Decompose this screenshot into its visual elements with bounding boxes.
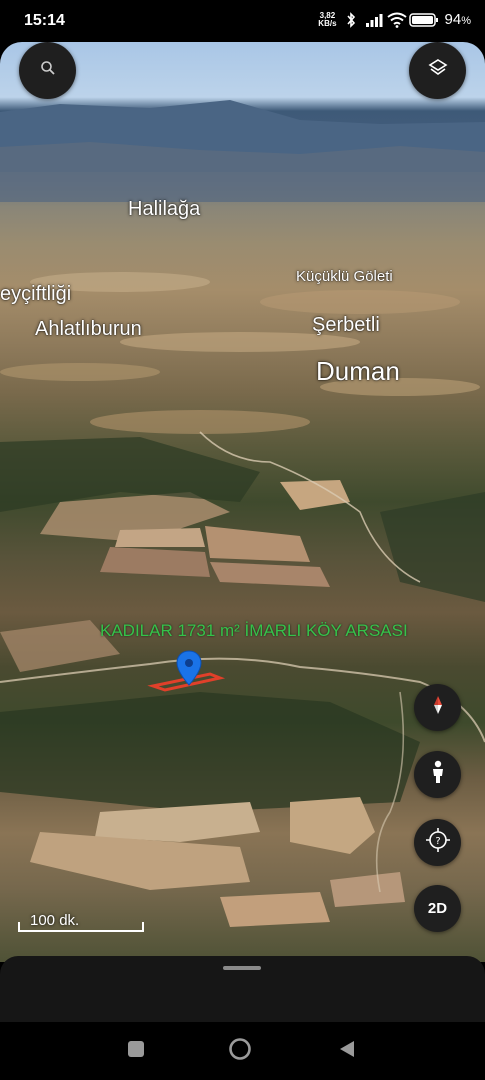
place-label-halilaga: Halilağa [128,198,201,220]
scale-label: 100 dk. [30,912,80,929]
terrain-imagery [0,100,485,927]
help-locate-icon: ? [425,827,451,858]
bluetooth-icon [343,11,359,28]
location-pin-icon[interactable] [176,650,202,686]
search-icon [40,60,56,81]
status-time: 15:14 [24,12,65,29]
drag-handle[interactable] [223,966,261,970]
home-button[interactable] [229,1037,251,1062]
network-speed: 3,82 KB/s [318,11,337,28]
compass-button[interactable] [414,684,461,731]
place-label-duman: Duman [316,356,400,386]
status-bar: 15:14 3,82 KB/s 94% [0,0,485,44]
bottom-sheet[interactable] [0,956,485,1026]
compass-icon [431,695,445,720]
scale-bar: 100 dk. [18,910,144,936]
pegman-icon [430,760,446,789]
layers-icon [427,57,449,84]
place-label-eycifligi: eyçiftliği [0,283,72,305]
recents-icon [127,1040,145,1063]
wifi-icon [386,12,407,28]
pin-label[interactable]: KADILAR 1731 m² İMARLI KÖY ARSASI [100,621,408,641]
navigation-bar [0,1022,485,1080]
search-button[interactable] [19,42,76,99]
back-button[interactable] [336,1040,358,1062]
scale-line [18,930,144,932]
help-locate-button[interactable]: ? [414,819,461,866]
mode-2d-button[interactable]: 2D [414,885,461,932]
place-label-kucuklu-goleti: Küçüklü Göleti [296,268,393,285]
place-label-ahlatliburun: Ahlatlıburun [35,318,142,340]
svg-text:?: ? [435,836,440,847]
recents-button[interactable] [125,1040,147,1062]
battery-percentage: 94% [444,11,471,28]
status-icons: 3,82 KB/s 94% [318,11,471,28]
scale-tick-right [142,922,144,932]
scale-tick-left [18,922,20,932]
signal-icon [365,12,383,28]
map-view[interactable]: Halilağa Küçüklü Göleti eyçiftliği Ahlat… [0,42,485,962]
network-speed-unit: KB/s [318,18,337,28]
layers-button[interactable] [409,42,466,99]
back-icon [338,1039,356,1064]
battery-icon [408,12,439,28]
home-icon [228,1037,252,1066]
place-label-serbetli: Şerbetli [312,314,380,336]
street-view-button[interactable] [414,751,461,798]
